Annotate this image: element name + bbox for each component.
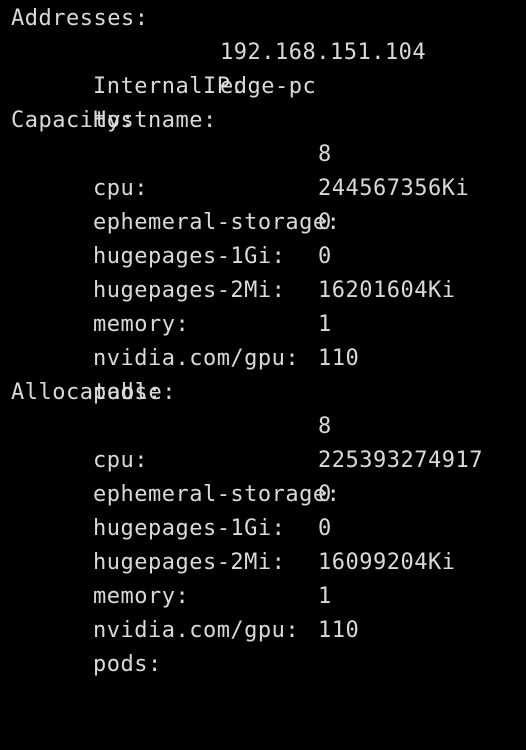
capacity-value: 0 [318, 244, 332, 269]
capacity-value: 244567356Ki [318, 176, 470, 201]
allocatable-row: pods: 110 [38, 614, 359, 677]
capacity-value: 0 [318, 210, 332, 235]
addresses-header: Addresses: [11, 6, 149, 31]
capacity-value: 8 [318, 142, 332, 167]
allocatable-value: 0 [318, 516, 332, 541]
capacity-row: pods: 110 [38, 342, 359, 405]
capacity-value: 1 [318, 312, 332, 337]
capacity-row: hugepages-2Mi: 0 [38, 240, 331, 303]
hostname-value: edge-pc [220, 74, 317, 99]
allocatable-header: Allocatable: [11, 380, 176, 405]
capacity-header: Capacity: [11, 108, 135, 133]
allocatable-value: 0 [318, 482, 332, 507]
capacity-row: nvidia.com/gpu: 1 [38, 308, 331, 371]
capacity-row: cpu: 8 [38, 138, 331, 201]
terminal-output: Addresses: InternalIP: 192.168.151.104 H… [0, 0, 526, 677]
hostname-row: Hostname: edge-pc [38, 70, 316, 133]
internal-ip-row: InternalIP: 192.168.151.104 [38, 36, 426, 99]
allocatable-row: memory: 16099204Ki [38, 546, 455, 609]
capacity-row: hugepages-1Gi: 0 [38, 206, 331, 269]
capacity-row: ephemeral-storage: 244567356Ki [38, 172, 469, 235]
allocatable-row: hugepages-2Mi: 0 [38, 512, 331, 575]
allocatable-row: cpu: 8 [38, 410, 331, 473]
allocatable-value: 225393274917 [318, 448, 483, 473]
allocatable-row: hugepages-1Gi: 0 [38, 478, 331, 541]
capacity-value: 16201604Ki [318, 278, 456, 303]
allocatable-value: 1 [318, 584, 332, 609]
allocatable-value: 8 [318, 414, 332, 439]
allocatable-key: pods: [92, 652, 162, 677]
internal-ip-value: 192.168.151.104 [220, 40, 427, 65]
allocatable-value: 16099204Ki [318, 550, 456, 575]
allocatable-row: nvidia.com/gpu: 1 [38, 580, 331, 643]
capacity-row: memory: 16201604Ki [38, 274, 455, 337]
allocatable-value: 110 [318, 618, 360, 643]
allocatable-row: ephemeral-storage: 225393274917 [38, 444, 482, 507]
capacity-value: 110 [318, 346, 360, 371]
